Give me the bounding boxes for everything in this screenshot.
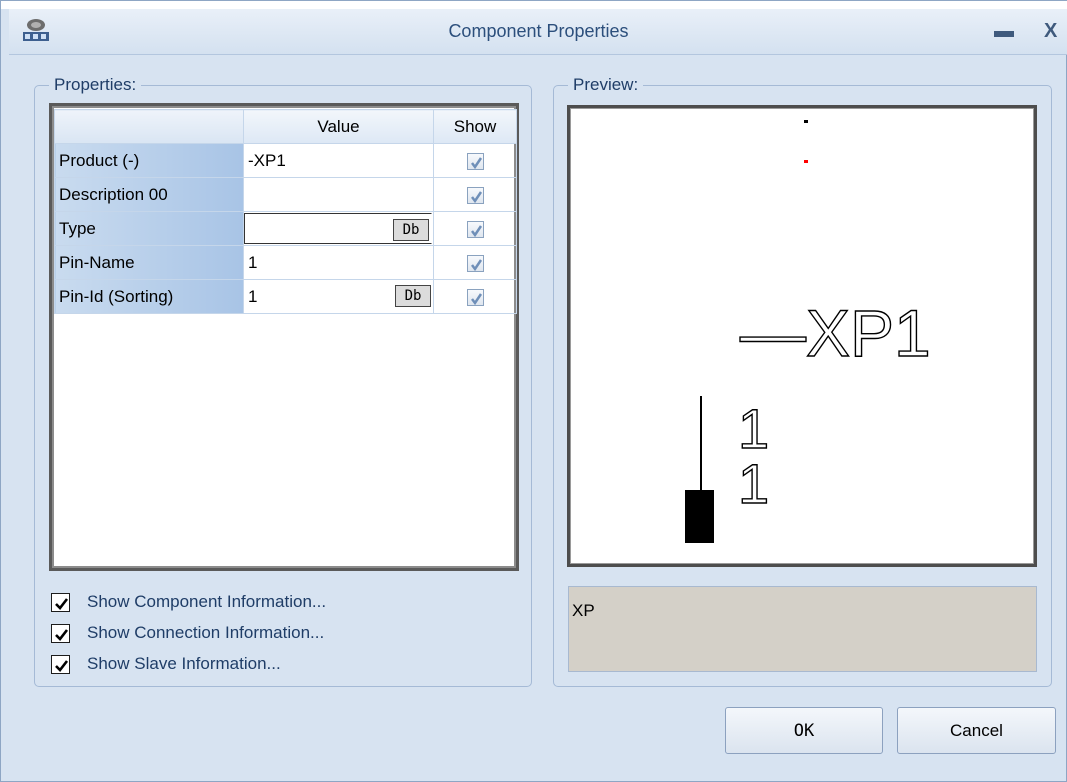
- type-value-editor[interactable]: Db: [244, 213, 432, 244]
- pin-id-value: 1: [248, 286, 258, 306]
- property-name: Type: [54, 211, 244, 246]
- cancel-button[interactable]: Cancel: [897, 707, 1056, 754]
- property-name: Pin-Id (Sorting): [54, 279, 244, 314]
- pin-body: [685, 490, 714, 543]
- property-value-cell[interactable]: [243, 177, 434, 212]
- top-strip: [1, 1, 1067, 9]
- show-checkbox[interactable]: [466, 288, 484, 306]
- component-code-box: XP: [568, 586, 1037, 672]
- table-row[interactable]: Pin-Id (Sorting) 1 Db: [54, 279, 517, 314]
- ok-button-label: OK: [793, 721, 815, 741]
- show-column-header[interactable]: Show: [433, 109, 517, 144]
- preview-legend: Preview:: [573, 75, 639, 94]
- minimize-button[interactable]: ▬: [994, 21, 1014, 41]
- property-value-cell[interactable]: 1 Db: [243, 279, 434, 314]
- value-column-header[interactable]: Value: [243, 109, 434, 144]
- component-code-text: XP: [572, 601, 595, 620]
- show-slave-info-checkbox[interactable]: [51, 654, 70, 674]
- pin-label-1: 1: [738, 397, 769, 460]
- show-connection-info-option[interactable]: Show Connection Information...: [51, 621, 324, 645]
- window-title: Component Properties: [448, 21, 629, 41]
- table-row[interactable]: Type Db: [54, 211, 517, 246]
- table-row[interactable]: Description 00: [54, 177, 517, 212]
- grid-header-row: Value Show: [54, 109, 517, 144]
- property-value-cell[interactable]: Db: [243, 211, 434, 246]
- show-checkbox[interactable]: [466, 152, 484, 170]
- table-row[interactable]: Product (-) -XP1: [54, 143, 517, 178]
- show-checkbox[interactable]: [466, 254, 484, 272]
- db-lookup-button[interactable]: Db: [393, 219, 429, 241]
- show-component-info-option[interactable]: Show Component Information...: [51, 590, 326, 614]
- cancel-button-label: Cancel: [950, 721, 1003, 740]
- show-connection-info-checkbox[interactable]: [51, 623, 70, 643]
- db-lookup-button[interactable]: Db: [395, 285, 431, 307]
- component-label-text: —XP1: [740, 296, 931, 370]
- title-bar[interactable]: Component Properties ▬ X: [9, 9, 1067, 55]
- property-name: Pin-Name: [54, 245, 244, 280]
- show-component-info-checkbox[interactable]: [51, 592, 70, 612]
- properties-grid[interactable]: Value Show Product (-) -XP1 Description …: [49, 103, 519, 571]
- properties-legend: Properties:: [54, 75, 137, 94]
- symbol-preview-canvas: —XP1 1 1: [567, 105, 1037, 567]
- show-connection-info-label: Show Connection Information...: [87, 623, 325, 642]
- table-row[interactable]: Pin-Name 1: [54, 245, 517, 280]
- show-slave-info-option[interactable]: Show Slave Information...: [51, 652, 281, 676]
- property-value-cell[interactable]: -XP1: [243, 143, 434, 178]
- ok-button[interactable]: OK: [725, 707, 883, 754]
- dialog-window: Component Properties ▬ X Properties: Val…: [0, 0, 1067, 782]
- pin-label-2: 1: [738, 452, 769, 515]
- origin-marker: [804, 120, 808, 123]
- show-checkbox[interactable]: [466, 220, 484, 238]
- grid-corner-header: [54, 109, 244, 144]
- property-value-cell[interactable]: 1: [243, 245, 434, 280]
- show-component-info-label: Show Component Information...: [87, 592, 327, 611]
- close-button[interactable]: X: [1044, 21, 1057, 41]
- show-slave-info-label: Show Slave Information...: [87, 654, 281, 673]
- show-checkbox[interactable]: [466, 186, 484, 204]
- property-name: Description 00: [54, 177, 244, 212]
- property-name: Product (-): [54, 143, 244, 178]
- insertion-marker-red: [804, 160, 808, 163]
